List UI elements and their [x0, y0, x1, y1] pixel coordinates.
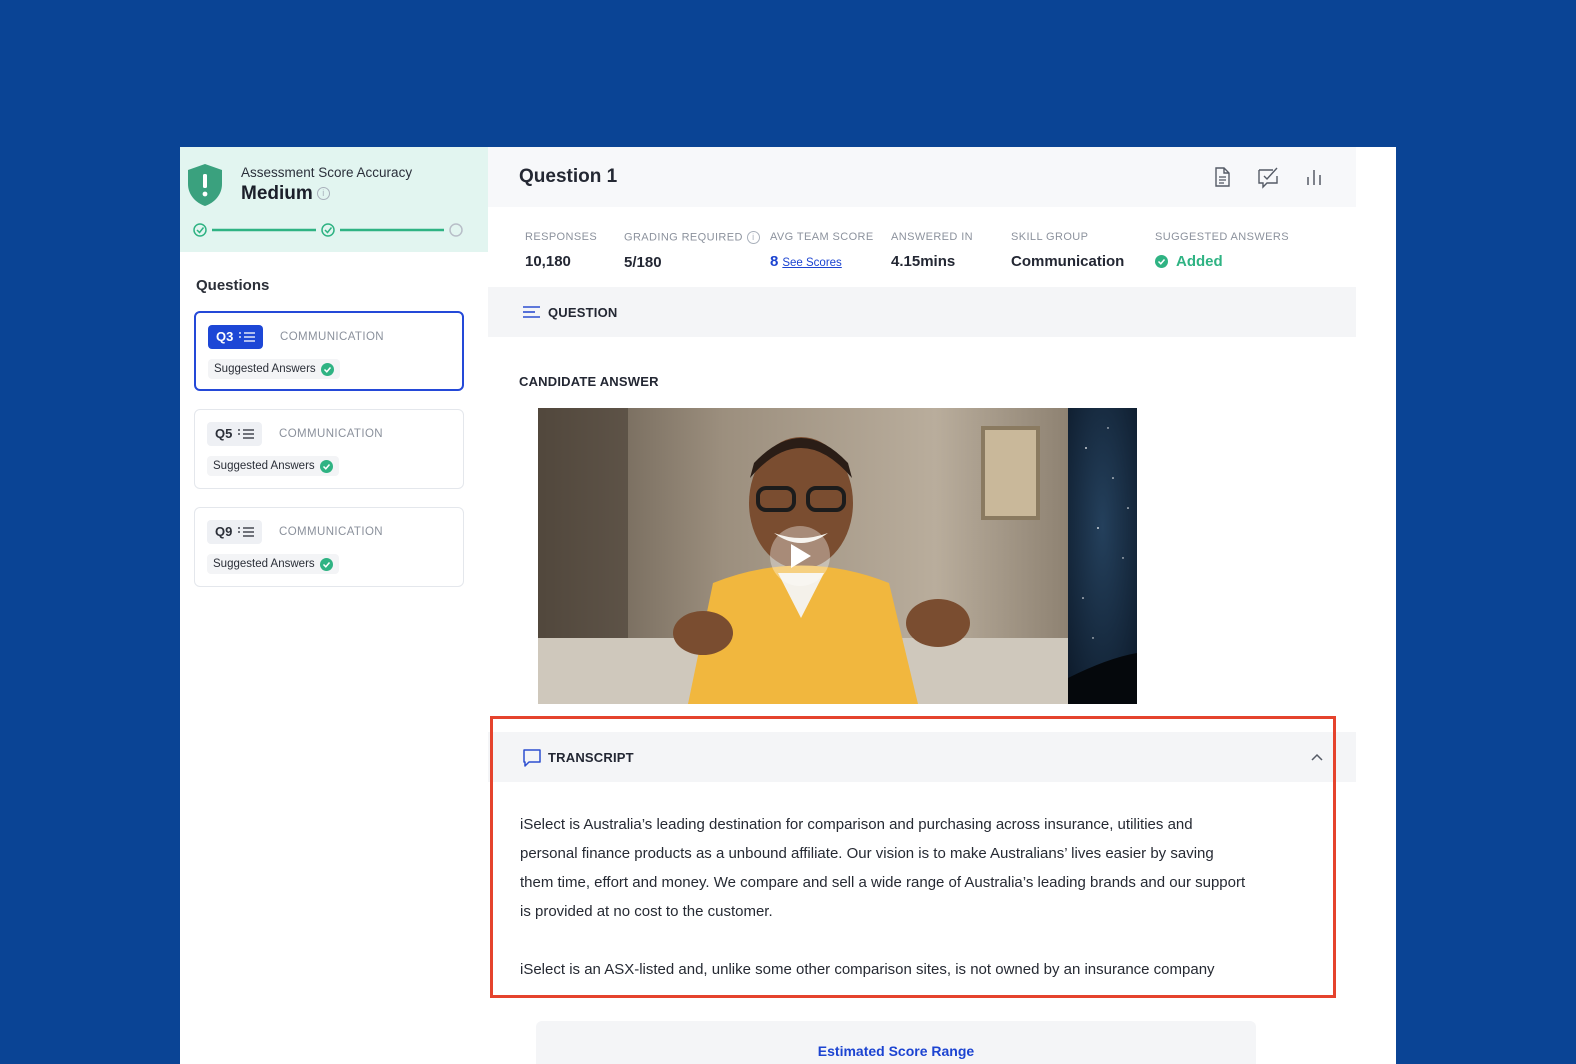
- question-skill: COMMUNICATION: [279, 526, 384, 538]
- question-tag: Q9: [207, 520, 263, 544]
- play-button[interactable]: [770, 526, 830, 586]
- suggested-answers-chip: Suggested Answers: [208, 359, 340, 379]
- transcript-paragraph: iSelect is an ASX-listed and, unlike som…: [520, 961, 1215, 978]
- question-number: Q3: [216, 329, 234, 344]
- bar-chart-icon[interactable]: [1302, 165, 1326, 189]
- accuracy-progress: [193, 223, 463, 237]
- grading-label: GRADING REQUIRED: [624, 231, 743, 244]
- list-icon: [238, 527, 255, 537]
- stat-avg-score: AVG TEAM SCORE 8 See Scores: [770, 231, 874, 270]
- info-icon[interactable]: i: [746, 231, 760, 244]
- list-icon: [238, 429, 255, 439]
- question-header: Question 1: [488, 147, 1356, 207]
- score-range-title: Estimated Score Range: [817, 1043, 975, 1059]
- app-window: Assessment Score Accuracy Medium i Questi…: [180, 147, 1396, 1064]
- chat-bubble-icon: [523, 749, 541, 767]
- suggested-answers-chip: Suggested Answers: [207, 456, 339, 476]
- transcript-label: TRANSCRIPT: [548, 750, 634, 765]
- transcript-paragraph: iSelect is Australia’s leading destinati…: [520, 816, 1246, 920]
- stat-label: GRADING REQUIRED i: [624, 231, 760, 244]
- stat-skill-group: SKILL GROUP Communication: [1011, 231, 1124, 270]
- accuracy-panel: Assessment Score Accuracy Medium i: [180, 147, 488, 252]
- stats-row: RESPONSES 10,180 GRADING REQUIRED i 5/180…: [488, 207, 1356, 287]
- question-tag: Q3: [208, 325, 264, 349]
- question-card-q3[interactable]: Q3 COMMUNICATION Suggested Answers: [194, 311, 464, 391]
- see-scores-link[interactable]: See Scores: [782, 257, 841, 269]
- info-icon[interactable]: i: [316, 187, 330, 201]
- question-card-q5[interactable]: Q5 COMMUNICATION Suggested Answers: [194, 409, 464, 489]
- stat-label: SUGGESTED ANSWERS: [1155, 231, 1289, 243]
- question-section-label: QUESTION: [548, 305, 618, 320]
- stat-value: 10,180: [525, 253, 571, 270]
- main-panel: Question 1 RESPONSES 10,180 GRADING REQU…: [488, 147, 1356, 1064]
- check-circle-icon: [319, 459, 333, 473]
- stat-value: 8 See Scores: [770, 253, 874, 270]
- chip-label: Suggested Answers: [213, 558, 315, 570]
- avg-score-value: 8: [770, 253, 779, 270]
- stat-grading: GRADING REQUIRED i 5/180: [624, 231, 760, 271]
- stat-label: AVG TEAM SCORE: [770, 231, 874, 243]
- page-title: Question 1: [519, 166, 618, 187]
- stat-responses: RESPONSES 10,180: [525, 231, 597, 270]
- suggested-answers-chip: Suggested Answers: [207, 554, 339, 574]
- list-icon: [239, 332, 256, 342]
- question-section-bar[interactable]: QUESTION: [488, 287, 1356, 337]
- question-number: Q9: [215, 524, 233, 539]
- stat-label: RESPONSES: [525, 231, 598, 243]
- sidebar: Assessment Score Accuracy Medium i Questi…: [180, 147, 489, 1064]
- question-number: Q5: [215, 426, 233, 441]
- stat-value: Communication: [1011, 253, 1125, 270]
- document-icon[interactable]: [1210, 165, 1234, 189]
- transcript-section-bar[interactable]: TRANSCRIPT: [488, 732, 1356, 782]
- score-range-card: Estimated Score Range: [536, 1021, 1256, 1064]
- text-lines-icon: [523, 306, 540, 318]
- stat-answered-in: ANSWERED IN 4.15mins: [891, 231, 973, 270]
- candidate-answer-label: CANDIDATE ANSWER: [519, 374, 659, 389]
- check-circle-icon: [1155, 255, 1168, 268]
- stat-label: ANSWERED IN: [891, 231, 974, 243]
- check-circle-icon: [320, 362, 334, 376]
- play-icon: [791, 544, 811, 568]
- stat-label: SKILL GROUP: [1011, 231, 1089, 243]
- transcript-text: iSelect is Australia’s leading destinati…: [520, 810, 1250, 1013]
- question-tag: Q5: [207, 422, 263, 446]
- suggested-status: Added: [1176, 253, 1223, 270]
- warning-shield-icon: [188, 164, 222, 206]
- chevron-up-icon[interactable]: [1311, 752, 1323, 762]
- checklist-icon[interactable]: [1256, 165, 1280, 189]
- stat-value: 5/180: [624, 254, 662, 271]
- accuracy-level: Medium: [241, 183, 313, 204]
- stat-value: 4.15mins: [891, 253, 956, 270]
- question-skill: COMMUNICATION: [280, 331, 385, 343]
- video-frame: [538, 408, 1137, 704]
- question-skill: COMMUNICATION: [279, 428, 384, 440]
- chip-label: Suggested Answers: [214, 363, 316, 375]
- stat-value: Added: [1155, 253, 1289, 270]
- stat-suggested-answers: SUGGESTED ANSWERS Added: [1155, 231, 1289, 270]
- chip-label: Suggested Answers: [213, 460, 315, 472]
- accuracy-label: Assessment Score Accuracy: [241, 165, 413, 180]
- accuracy-value: Medium i: [241, 183, 330, 205]
- candidate-video[interactable]: [538, 408, 1137, 704]
- question-card-q9[interactable]: Q9 COMMUNICATION Suggested Answers: [194, 507, 464, 587]
- check-circle-icon: [319, 557, 333, 571]
- questions-heading: Questions: [196, 277, 270, 294]
